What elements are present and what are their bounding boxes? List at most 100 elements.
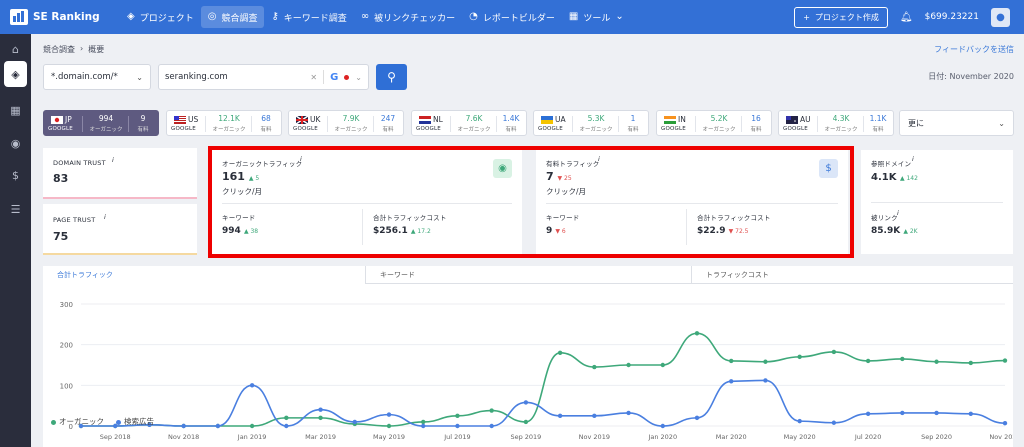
domain-trust-value: 83 [53, 172, 69, 185]
series-point-1 [660, 423, 665, 429]
db-code: IN [678, 115, 686, 124]
info-icon[interactable]: i [897, 209, 899, 217]
search-button[interactable]: ⚲ [376, 64, 407, 90]
organic-keywords-title: キーワード [222, 214, 256, 222]
x-tick-label: Mar 2020 [716, 433, 747, 441]
database-icon[interactable]: ☰ [0, 196, 31, 222]
series-point-0 [763, 359, 768, 364]
series-point-0 [694, 331, 700, 336]
nav-label: 競合調査 [221, 13, 258, 24]
series-point-1 [523, 400, 529, 405]
paid-cost-value: $22.9 ▼ 72.5 [697, 226, 749, 236]
domain-trust-card: DOMAIN TRUST i 83 [43, 148, 197, 199]
db-tab-au[interactable]: AU GOOGLE 4.3K オーガニック 1.1K 有料 [778, 110, 894, 136]
search-icon: ⚲ [387, 70, 396, 84]
x-tick-label: Nov 2018 [168, 433, 199, 441]
organic-cost-value: $256.1 ▲ 17.2 [373, 226, 431, 236]
nav-label: レポートビルダー [482, 13, 555, 24]
series-point-0 [1002, 358, 1008, 363]
home-icon[interactable]: ⌂ [0, 36, 31, 62]
chevron-down-icon[interactable]: ⌄ [355, 73, 362, 82]
app-name: SE Ranking [33, 11, 100, 23]
series-point-0 [968, 360, 973, 366]
breadcrumb-current: 概要 [88, 45, 105, 54]
paid-keywords-value: 9 ▼ 6 [546, 226, 566, 236]
db-tab-uk[interactable]: UK GOOGLE 7.9K オーガニック 247 有料 [288, 110, 404, 136]
series-point-1 [831, 420, 837, 425]
nav-item-backlinks[interactable]: ∞ 被リンクチェッカー [354, 6, 462, 28]
tab-total-traffic[interactable]: 合計トラフィック [43, 266, 366, 284]
bell-icon[interactable]: 🔔︎ [900, 12, 913, 23]
db-tab-in[interactable]: IN GOOGLE 5.2K オーガニック 16 有料 [656, 110, 772, 136]
app-logo[interactable]: SE Ranking [10, 9, 120, 25]
paid-keywords-title: キーワード [546, 214, 580, 222]
info-icon[interactable]: i [104, 213, 106, 221]
feedback-link[interactable]: フィードバックを送信 [934, 44, 1014, 55]
series-point-0 [386, 423, 392, 429]
nav-item-reports[interactable]: ◔ レポートビルダー [462, 6, 562, 28]
db-engine: GOOGLE [171, 126, 196, 132]
db-organic-count: 7.6K [465, 114, 483, 123]
dollar-icon[interactable]: $ [0, 162, 31, 188]
x-tick-label: Nov 2019 [579, 433, 610, 441]
nav-item-keywords[interactable]: ⚷ キーワード調査 [264, 6, 353, 28]
legend-item-paid[interactable]: 検索広告 [116, 416, 154, 427]
info-icon[interactable]: i [300, 155, 302, 163]
series-point-1 [249, 383, 255, 388]
eye-icon: ◉ [493, 159, 512, 178]
flag-us-icon [174, 116, 186, 124]
url-input[interactable]: seranking.com ✕ G ⌄ [158, 64, 369, 90]
sidebar: ⌂ ◈ ▦ ◉ $ ☰ [0, 34, 31, 447]
legend-label: オーガニック [59, 417, 104, 426]
chevron-down-icon: ⌄ [136, 72, 143, 82]
x-tick-label: Nov 2020 [989, 433, 1013, 441]
paid-traffic-value: 7 ▼ 25 [546, 170, 572, 183]
traffic-chart-svg: 0100200300Sep 2018 Nov 2018 Jan 2019 Mar 20… [60, 301, 1021, 441]
tab-traffic-cost[interactable]: トラフィックコスト [692, 266, 1013, 284]
db-engine: GOOGLE [538, 126, 563, 132]
info-icon[interactable]: i [112, 156, 114, 164]
user-icon: ● [996, 11, 1005, 23]
db-organic-count: 994 [98, 114, 114, 123]
x-tick-label: Jan 2019 [237, 433, 267, 441]
avatar[interactable]: ● [991, 7, 1010, 27]
db-tab-ua[interactable]: UA GOOGLE 5.3K オーガニック 1 有料 [533, 110, 649, 136]
db-code: JP [65, 115, 72, 124]
balance[interactable]: $699.23221 [925, 12, 979, 22]
target-icon[interactable]: ◉ [0, 130, 31, 156]
legend-item-organic[interactable]: オーガニック [51, 416, 104, 427]
tab-keywords[interactable]: キーワード [366, 266, 692, 284]
plus-icon: + [803, 12, 810, 22]
series-point-1 [968, 411, 973, 416]
grid-icon[interactable]: ▦ [0, 97, 31, 123]
paid-traffic-unit: クリック/月 [546, 187, 587, 196]
series-point-0 [318, 415, 323, 421]
breadcrumb-parent[interactable]: 競合調査 [43, 44, 75, 55]
info-icon[interactable]: i [598, 155, 600, 163]
series-line-0 [81, 332, 1006, 427]
info-icon[interactable]: i [912, 155, 914, 163]
db-organic-count: 7.9K [342, 114, 360, 123]
create-project-button[interactable]: + プロジェクト作成 [794, 6, 888, 28]
more-databases-select[interactable]: 更に ⌄ [899, 110, 1014, 136]
nav-item-tools[interactable]: ▦ ツール ⌄ [562, 6, 631, 28]
layers-icon[interactable]: ◈ [4, 61, 27, 87]
nav-label: プロジェクト [139, 13, 194, 24]
db-paid-count: 1.1K [869, 114, 887, 123]
series-point-1 [284, 423, 289, 429]
chevron-down-icon: ⌄ [615, 11, 624, 22]
series-point-0 [729, 358, 734, 364]
nav-item-projects[interactable]: ◈ プロジェクト [120, 6, 201, 28]
db-code: AU [800, 115, 811, 124]
backlinks-card: 参照ドメイン i 4.1K ▲ 142 被リンク i 85.9K ▲ 2K [861, 150, 1013, 254]
series-point-1 [215, 423, 221, 429]
db-tab-nl[interactable]: NL GOOGLE 7.6K オーガニック 1.4K 有料 [411, 110, 527, 136]
nav-item-competitor[interactable]: ◎ 競合調査 [200, 6, 265, 28]
db-tab-us[interactable]: US GOOGLE 12.1K オーガニック 68 有料 [166, 110, 282, 136]
domain-mode-select[interactable]: *.domain.com/* ⌄ [43, 64, 151, 90]
db-organic-count: 12.1K [218, 114, 240, 123]
db-engine: GOOGLE [783, 126, 808, 132]
series-point-0 [626, 362, 631, 368]
clear-icon[interactable]: ✕ [310, 73, 317, 82]
db-tab-jp[interactable]: JP GOOGLE 994 オーガニック 9 有料 [43, 110, 159, 136]
